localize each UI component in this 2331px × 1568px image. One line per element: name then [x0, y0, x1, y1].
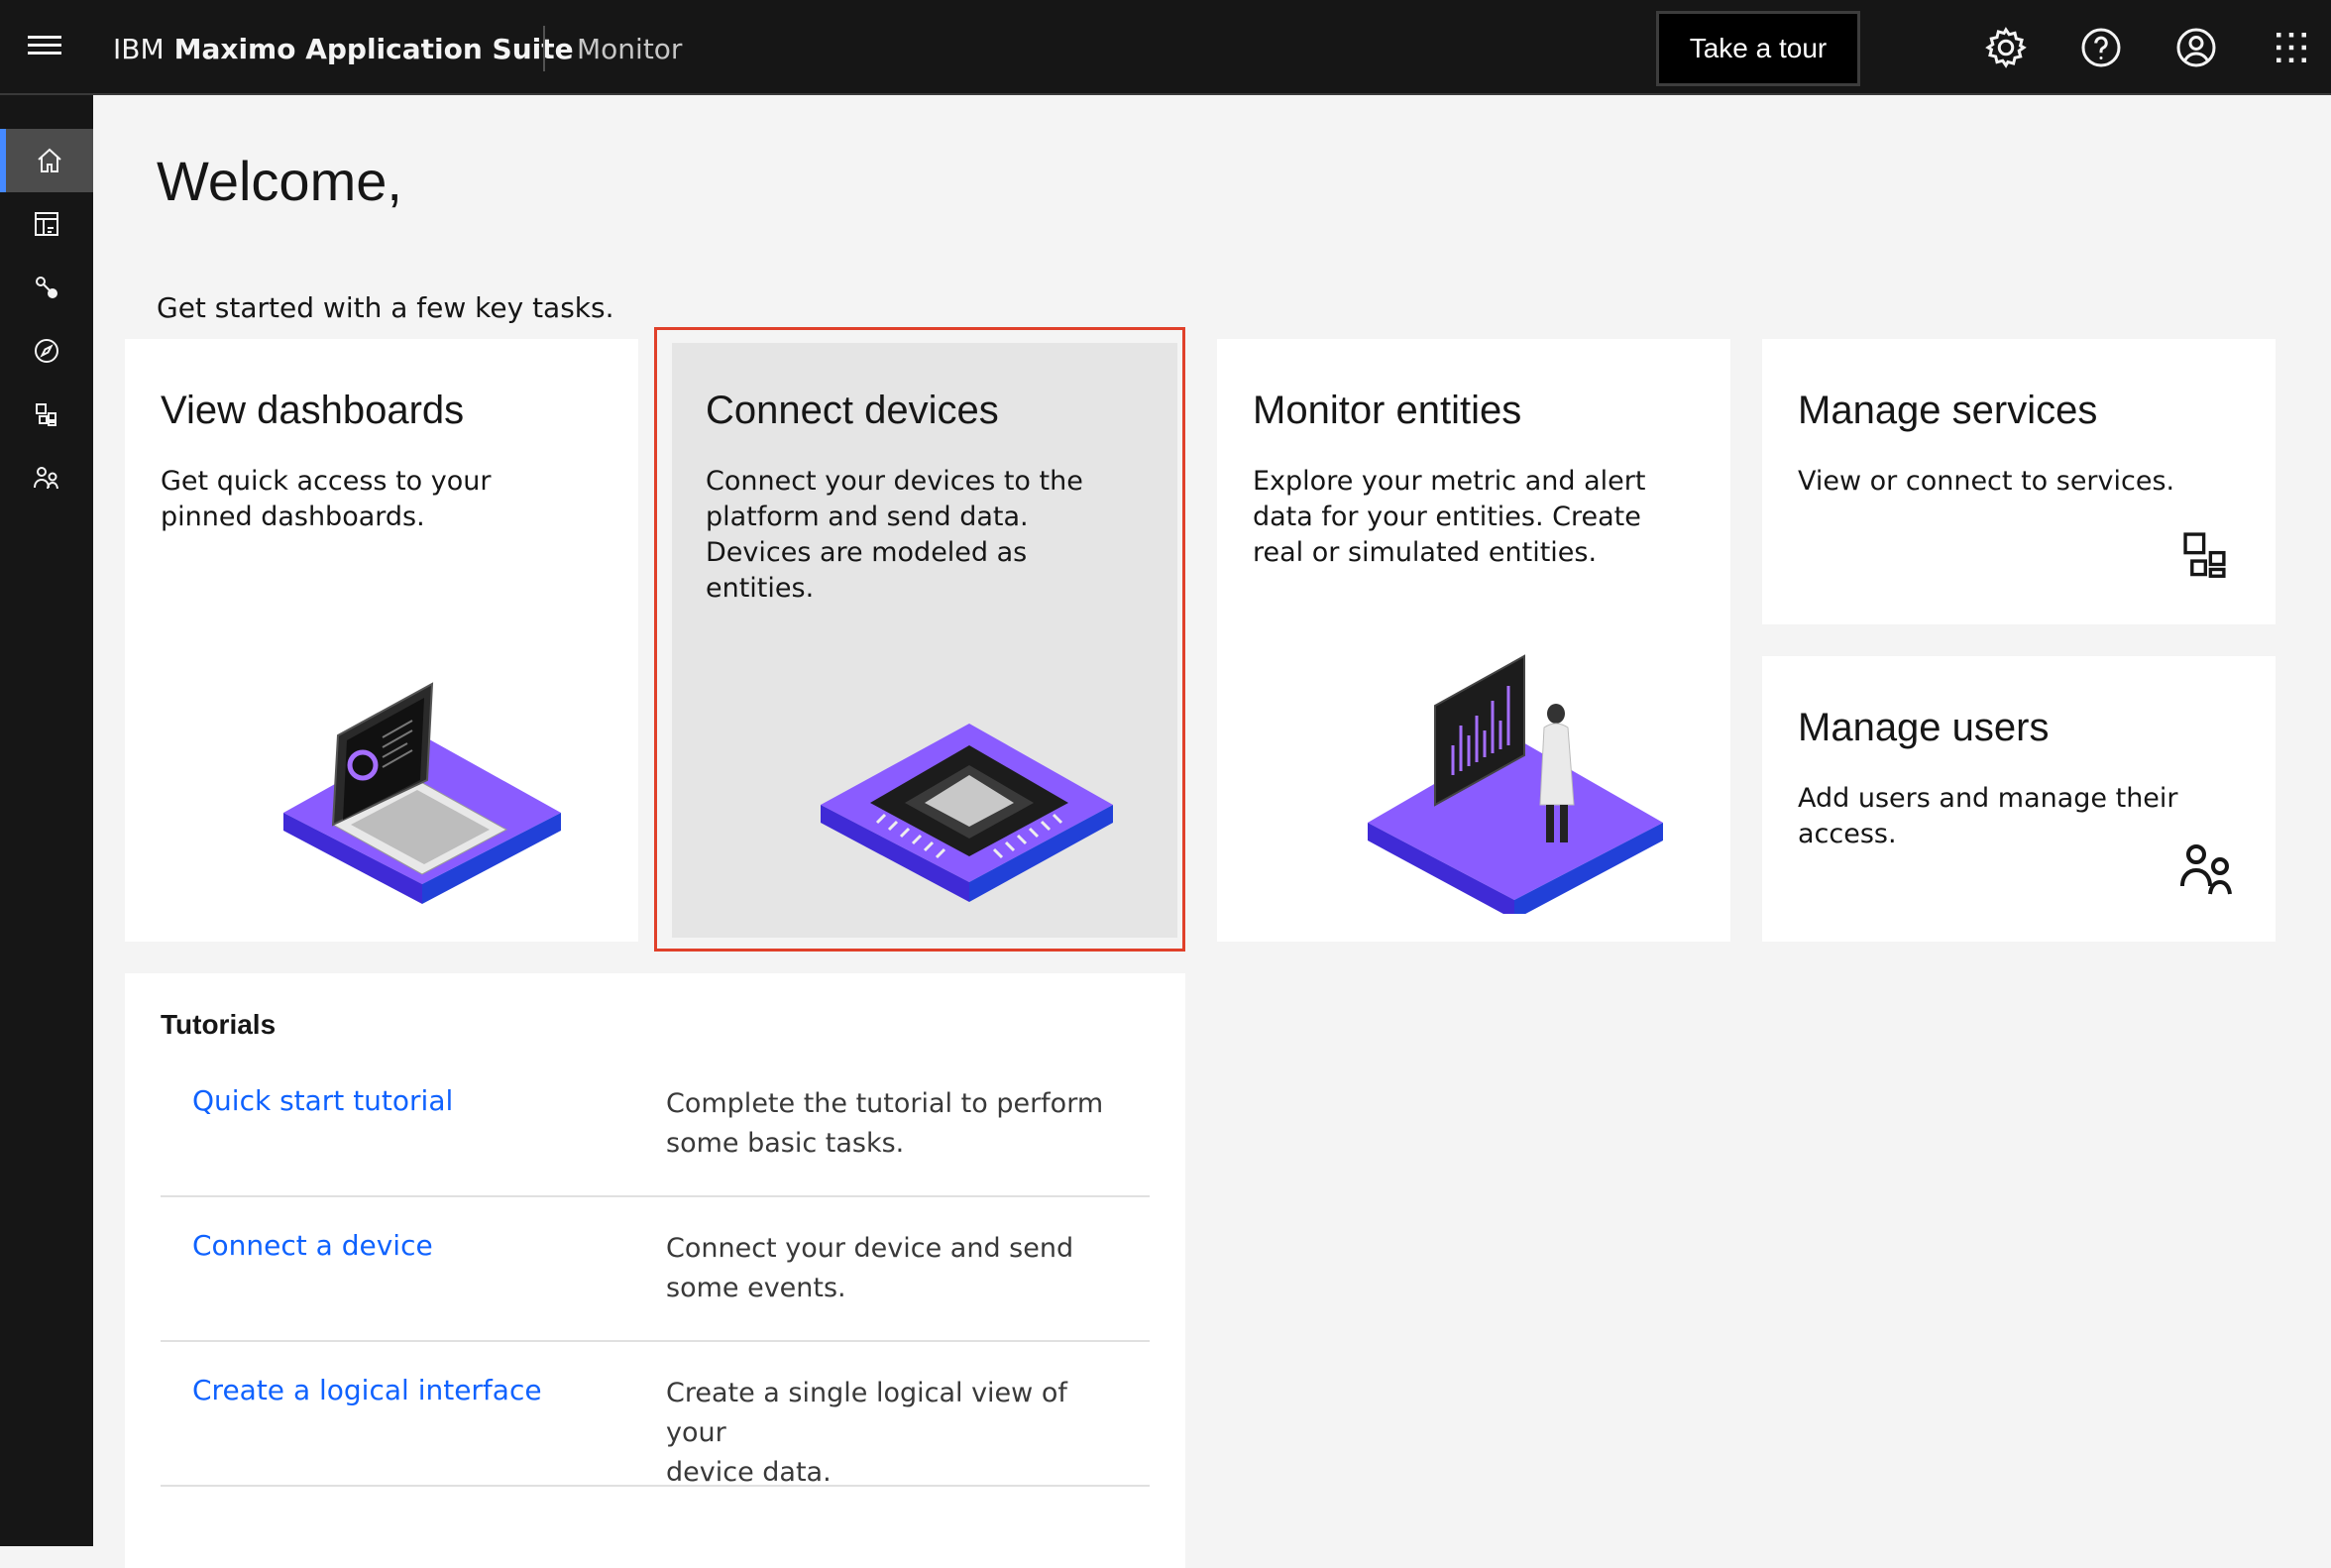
- tutorial-desc-line: device data.: [666, 1457, 832, 1488]
- tutorial-desc-line: Connect your device and send: [666, 1233, 1074, 1264]
- take-a-tour-button[interactable]: Take a tour: [1656, 11, 1860, 86]
- card-desc-line: Explore your metric and alert: [1253, 466, 1646, 497]
- card-desc-line: entities.: [706, 573, 815, 604]
- nav-item-setup[interactable]: [0, 256, 93, 319]
- apps-icon: [36, 403, 56, 426]
- card-connect-devices[interactable]: Connect devices Connect your devices to …: [672, 343, 1177, 938]
- page-subtitle: Get started with a few key tasks.: [157, 291, 614, 324]
- side-navigation: [0, 95, 93, 1546]
- app-name: Monitor: [577, 33, 683, 65]
- tutorial-desc-line: Complete the tutorial to perform: [666, 1088, 1104, 1119]
- card-title: View dashboards: [161, 389, 465, 432]
- tutorial-row: Quick start tutorial Complete the tutori…: [161, 1053, 1150, 1197]
- tutorials-panel: Tutorials Quick start tutorial Complete …: [125, 973, 1185, 1568]
- connect-a-device-link[interactable]: Connect a device: [192, 1229, 433, 1262]
- card-desc-line: platform and send data.: [706, 502, 1029, 532]
- tutorial-description: Create a single logical view of your dev…: [666, 1374, 1132, 1493]
- help-icon[interactable]: [2077, 24, 2125, 71]
- tutorial-desc-line: Create a single logical view of your: [666, 1378, 1067, 1448]
- menu-icon[interactable]: [28, 36, 61, 59]
- card-description: Get quick access to your pinned dashboar…: [161, 464, 491, 535]
- card-desc-line: data for your entities. Create: [1253, 502, 1641, 532]
- tutorial-desc-line: some basic tasks.: [666, 1128, 905, 1159]
- analyst-illustration: [1368, 654, 1663, 914]
- card-desc-line: Add users and manage their: [1798, 783, 2178, 814]
- tutorial-row: Create a logical interface Create a sing…: [161, 1342, 1150, 1488]
- card-description: Explore your metric and alert data for y…: [1253, 464, 1645, 571]
- page-title: Welcome,: [157, 150, 402, 212]
- brand-name: Maximo Application Suite: [173, 33, 574, 65]
- card-desc-line: access.: [1798, 819, 1897, 849]
- card-desc-line: pinned dashboards.: [161, 502, 425, 532]
- dashboard-icon: [35, 212, 58, 236]
- settings-icon[interactable]: [1982, 24, 2030, 71]
- tutorial-description: Complete the tutorial to perform some ba…: [666, 1084, 1132, 1164]
- card-desc-line: Get quick access to your: [161, 466, 492, 497]
- card-title: Monitor entities: [1253, 389, 1522, 432]
- card-manage-users[interactable]: Manage users Add users and manage their …: [1762, 656, 2276, 942]
- top-header: IBM Maximo Application Suite Monitor Take…: [0, 0, 2331, 95]
- user-avatar-icon[interactable]: [2172, 24, 2220, 71]
- laptop-illustration: [283, 682, 561, 904]
- product-brand[interactable]: IBM Maximo Application Suite: [113, 30, 574, 69]
- card-desc-line: real or simulated entities.: [1253, 537, 1598, 568]
- users-icon: [2180, 844, 2232, 895]
- card-description: Add users and manage their access.: [1798, 781, 2178, 852]
- tutorials-heading: Tutorials: [161, 1009, 277, 1040]
- card-title: Manage users: [1798, 706, 2050, 749]
- card-title: Manage services: [1798, 389, 2098, 432]
- app-switcher-icon[interactable]: [2268, 24, 2315, 71]
- home-icon: [38, 148, 61, 172]
- compass-icon: [35, 339, 58, 363]
- nav-item-dashboards[interactable]: [0, 192, 93, 256]
- nav-item-explore[interactable]: [0, 319, 93, 383]
- header-divider: [543, 26, 545, 71]
- users-icon: [34, 467, 58, 490]
- card-monitor-entities[interactable]: Monitor entities Explore your metric and…: [1217, 339, 1730, 942]
- quick-start-tutorial-link[interactable]: Quick start tutorial: [192, 1084, 453, 1117]
- chip-illustration: [821, 724, 1113, 902]
- card-title: Connect devices: [706, 389, 999, 432]
- card-view-dashboards[interactable]: View dashboards Get quick access to your…: [125, 339, 638, 942]
- card-description: View or connect to services.: [1798, 464, 2174, 500]
- card-desc-line: Devices are modeled as: [706, 537, 1028, 568]
- tutorial-row: Connect a device Connect your device and…: [161, 1197, 1150, 1342]
- create-logical-interface-link[interactable]: Create a logical interface: [192, 1374, 542, 1406]
- card-description: Connect your devices to the platform and…: [706, 464, 1083, 607]
- card-desc-line: Connect your devices to the: [706, 466, 1083, 497]
- nav-item-services[interactable]: [0, 383, 93, 446]
- tutorial-description: Connect your device and send some events…: [666, 1229, 1132, 1308]
- services-icon: [2183, 532, 2226, 578]
- card-desc-line: View or connect to services.: [1798, 466, 2175, 497]
- card-manage-services[interactable]: Manage services View or connect to servi…: [1762, 339, 2276, 624]
- connect-icon: [36, 277, 57, 298]
- brand-prefix: IBM: [113, 33, 165, 65]
- nav-item-users[interactable]: [0, 446, 93, 509]
- tutorial-desc-line: some events.: [666, 1273, 846, 1303]
- nav-item-home[interactable]: [0, 129, 93, 192]
